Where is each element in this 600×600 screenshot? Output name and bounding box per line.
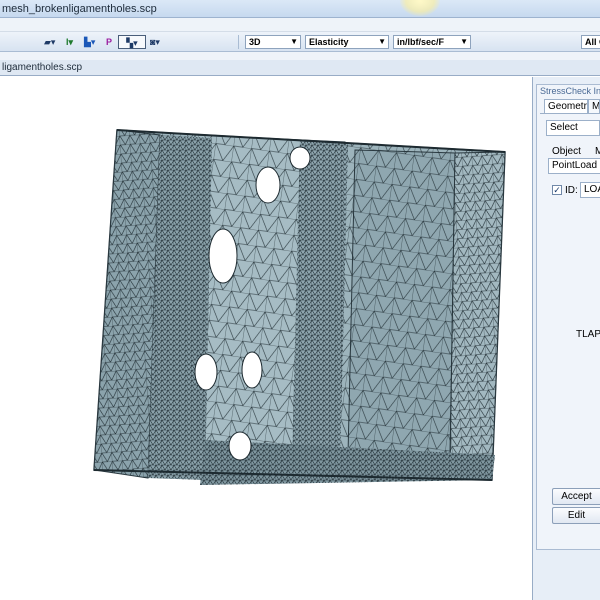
filter-combo[interactable]: All C — [581, 35, 600, 49]
hole-6 — [228, 431, 252, 461]
cursor-highlight — [400, 0, 440, 16]
tlap-text: TLAP C — [576, 329, 600, 340]
beam-icon[interactable]: I▾ — [66, 35, 73, 49]
id-label: ID: — [565, 185, 578, 196]
method-label: M — [595, 146, 600, 157]
document-tab[interactable]: ligamentholes.scp — [0, 60, 600, 76]
hole-5 — [241, 351, 263, 389]
camera-icon[interactable]: ◙▾ — [150, 35, 160, 49]
id-field[interactable]: LOA — [580, 182, 600, 198]
chart-icon[interactable]: ▙▾ — [84, 35, 95, 49]
hole-2 — [255, 166, 281, 204]
analysis-type-combo[interactable]: Elasticity ▼ — [305, 35, 389, 49]
hole-4 — [194, 353, 218, 391]
view-combo[interactable]: 3D ▼ — [245, 35, 301, 49]
action-select[interactable]: Select — [546, 120, 600, 136]
units-combo[interactable]: in/lbf/sec/F ▼ — [393, 35, 471, 49]
tab-underline — [540, 113, 600, 114]
toolbar-separator — [238, 35, 239, 49]
window-title: mesh_brokenligamentholes.scp — [2, 3, 157, 15]
model-icon[interactable]: ▰▾ — [44, 35, 55, 49]
tab-model[interactable]: Mo — [588, 99, 600, 114]
edit-button[interactable]: Edit — [552, 507, 600, 524]
view-mode-icon[interactable]: ▚▾ — [118, 35, 146, 49]
object-field[interactable]: PointLoad ,T — [548, 158, 600, 174]
toolbar-gap — [0, 52, 600, 60]
accept-button[interactable]: Accept — [552, 488, 600, 505]
hole-3 — [208, 228, 238, 284]
tab-geometry[interactable]: Geometry — [544, 99, 588, 114]
document-tab-label: ligamentholes.scp — [2, 62, 83, 73]
hole-1 — [289, 146, 311, 170]
app-window: mesh_brokenligamentholes.scp ▰▾ I▾ ▙▾ P … — [0, 0, 600, 600]
toolbar: ▰▾ I▾ ▙▾ P ▚▾ ◙▾ 3D ▼ Elasticity ▼ in/lbf/… — [0, 32, 600, 52]
panel-title: StressCheck Input — [540, 86, 600, 96]
mesh-model — [93, 129, 506, 485]
object-label: Object — [552, 146, 581, 157]
title-bar: mesh_brokenligamentholes.scp — [0, 0, 600, 18]
id-checkbox[interactable]: ✓ — [552, 185, 562, 195]
menu-strip — [0, 18, 600, 32]
graphics-viewport[interactable] — [0, 77, 532, 600]
p-icon[interactable]: P — [106, 35, 112, 49]
